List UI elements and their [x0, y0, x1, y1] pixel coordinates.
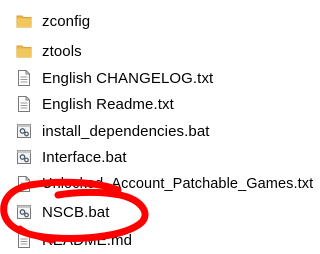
batch-file-icon [17, 150, 31, 164]
file-item-ztools[interactable]: ztools [16, 40, 296, 62]
folder-icon [16, 15, 32, 28]
file-name: install_dependencies.bat [42, 122, 210, 140]
file-name: ztools [42, 42, 82, 60]
text-file-icon [18, 232, 30, 248]
text-file-icon [18, 70, 30, 86]
file-item-english-changelog[interactable]: English CHANGELOG.txt [16, 67, 296, 89]
text-file-icon [18, 176, 30, 192]
file-item-english-readme[interactable]: English Readme.txt [16, 93, 296, 115]
batch-file-icon [17, 205, 31, 219]
file-item-nscb[interactable]: NSCB.bat [16, 201, 296, 223]
file-list: zconfig ztools English CHANGELOG.txt Eng… [0, 0, 313, 254]
file-item-readme-md[interactable]: README.md [16, 229, 296, 251]
file-name: README.md [42, 231, 133, 249]
text-file-icon [18, 96, 30, 112]
file-name: English Readme.txt [42, 95, 174, 113]
file-name: NSCB.bat [42, 203, 110, 221]
file-name: Unlocked_Account_Patchable_Games.txt [42, 176, 314, 192]
file-name: zconfig [42, 12, 91, 30]
file-item-unlocked-account-patchable-games[interactable]: Unlocked_Account_Patchable_Games.txt [16, 173, 313, 195]
folder-icon [16, 45, 32, 58]
file-item-zconfig[interactable]: zconfig [16, 10, 296, 32]
batch-file-icon [17, 124, 31, 138]
file-item-interface[interactable]: Interface.bat [16, 146, 296, 168]
file-name: English CHANGELOG.txt [42, 69, 214, 87]
file-item-install-dependencies[interactable]: install_dependencies.bat [16, 120, 296, 142]
file-name: Interface.bat [42, 148, 127, 166]
